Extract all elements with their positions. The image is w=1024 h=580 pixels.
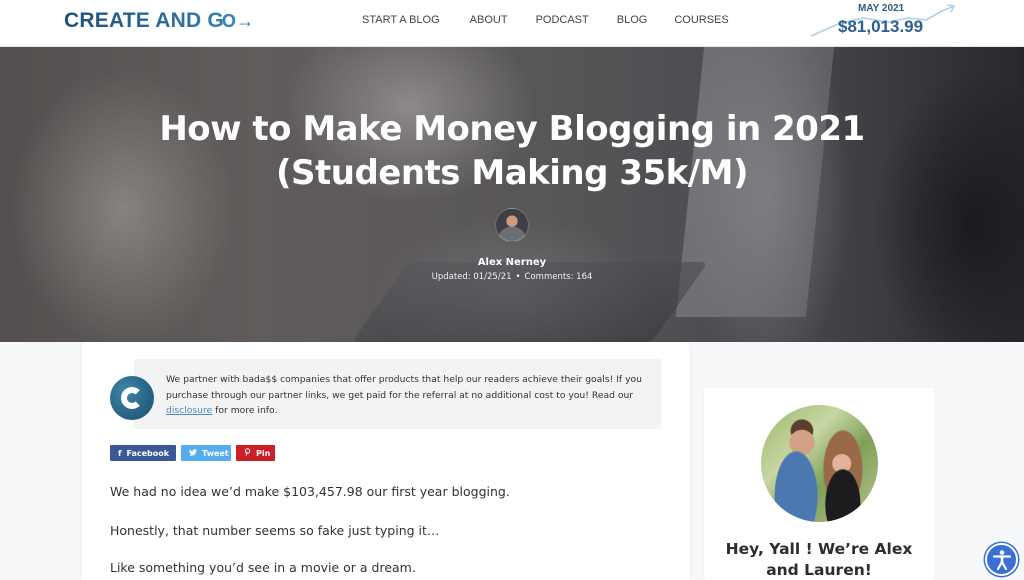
nav-courses[interactable]: COURSES [674,14,728,26]
share-pinterest-button[interactable]: Pin [236,445,275,461]
share-twitter-label: Tweet [202,448,229,458]
share-buttons: f Facebook Tweet Pin [110,445,275,461]
article-title-line2: (Students Making 35k/M) [275,153,749,193]
article-paragraph: We had no idea we’d make $103,457.98 our… [110,484,510,499]
income-month: MAY 2021 [858,3,905,14]
about-authors-card: Hey, Yall ! We’re Alex and Lauren! [704,388,934,580]
comments-count[interactable]: Comments: 164 [525,272,593,282]
article-paragraph: Like something you’d see in a movie or a… [110,560,416,575]
nav-blog[interactable]: BLOG [617,14,648,26]
main-nav: START A BLOG ABOUT PODCAST BLOG COURSES [362,14,729,26]
income-report-widget[interactable]: MAY 2021 $81,013.99 [808,0,958,46]
nav-start-a-blog[interactable]: START A BLOG [362,14,440,26]
twitter-icon [189,448,197,458]
share-pinterest-label: Pin [256,448,271,458]
disclosure-link[interactable]: disclosure [166,405,212,416]
disclosure-text: We partner with bada$$ companies that of… [166,372,666,419]
create-and-go-c-logo-icon [110,376,154,420]
sidebar-heading: Hey, Yall ! We’re Alex and Lauren! [704,539,934,580]
sidebar-heading-line1: Hey, Yall ! We’re Alex [725,540,913,558]
article-content: We partner with bada$$ companies that of… [82,342,690,580]
site-logo[interactable]: CREATE AND G O→ [64,9,254,33]
logo-text: CREATE AND G [64,9,224,32]
income-amount: $81,013.99 [838,17,924,36]
article-title-line1: How to Make Money Blogging in 2021 [159,109,865,149]
article-paragraph: Honestly, that number seems so fake just… [110,523,440,538]
nav-about[interactable]: ABOUT [470,14,508,26]
accessibility-icon [992,549,1011,570]
author-avatar[interactable] [495,208,529,242]
c-letter-icon [121,387,143,409]
logo-arrow-icon: O→ [221,10,255,31]
share-twitter-button[interactable]: Tweet [181,445,231,461]
sidebar-heading-line2: and Lauren! [766,561,872,579]
author-name[interactable]: Alex Nerney [0,257,1024,268]
site-header: CREATE AND G O→ START A BLOG ABOUT PODCAS… [0,0,1024,47]
article-title: How to Make Money Blogging in 2021 (Stud… [0,107,1024,195]
nav-podcast[interactable]: PODCAST [536,14,589,26]
article-meta: Updated: 01/25/21 • Comments: 164 [0,272,1024,282]
accessibility-button[interactable] [985,543,1018,576]
disclosure-text-start: We partner with bada$$ companies that of… [166,374,642,401]
share-facebook-button[interactable]: f Facebook [110,445,176,461]
pinterest-icon [244,448,251,458]
hero-banner: How to Make Money Blogging in 2021 (Stud… [0,47,1024,342]
facebook-icon: f [118,448,122,458]
meta-separator: • [515,272,521,282]
disclosure-text-end: for more info. [212,405,278,416]
updated-date: Updated: 01/25/21 [431,272,512,282]
share-facebook-label: Facebook [126,448,170,458]
alex-and-lauren-photo [761,405,878,522]
